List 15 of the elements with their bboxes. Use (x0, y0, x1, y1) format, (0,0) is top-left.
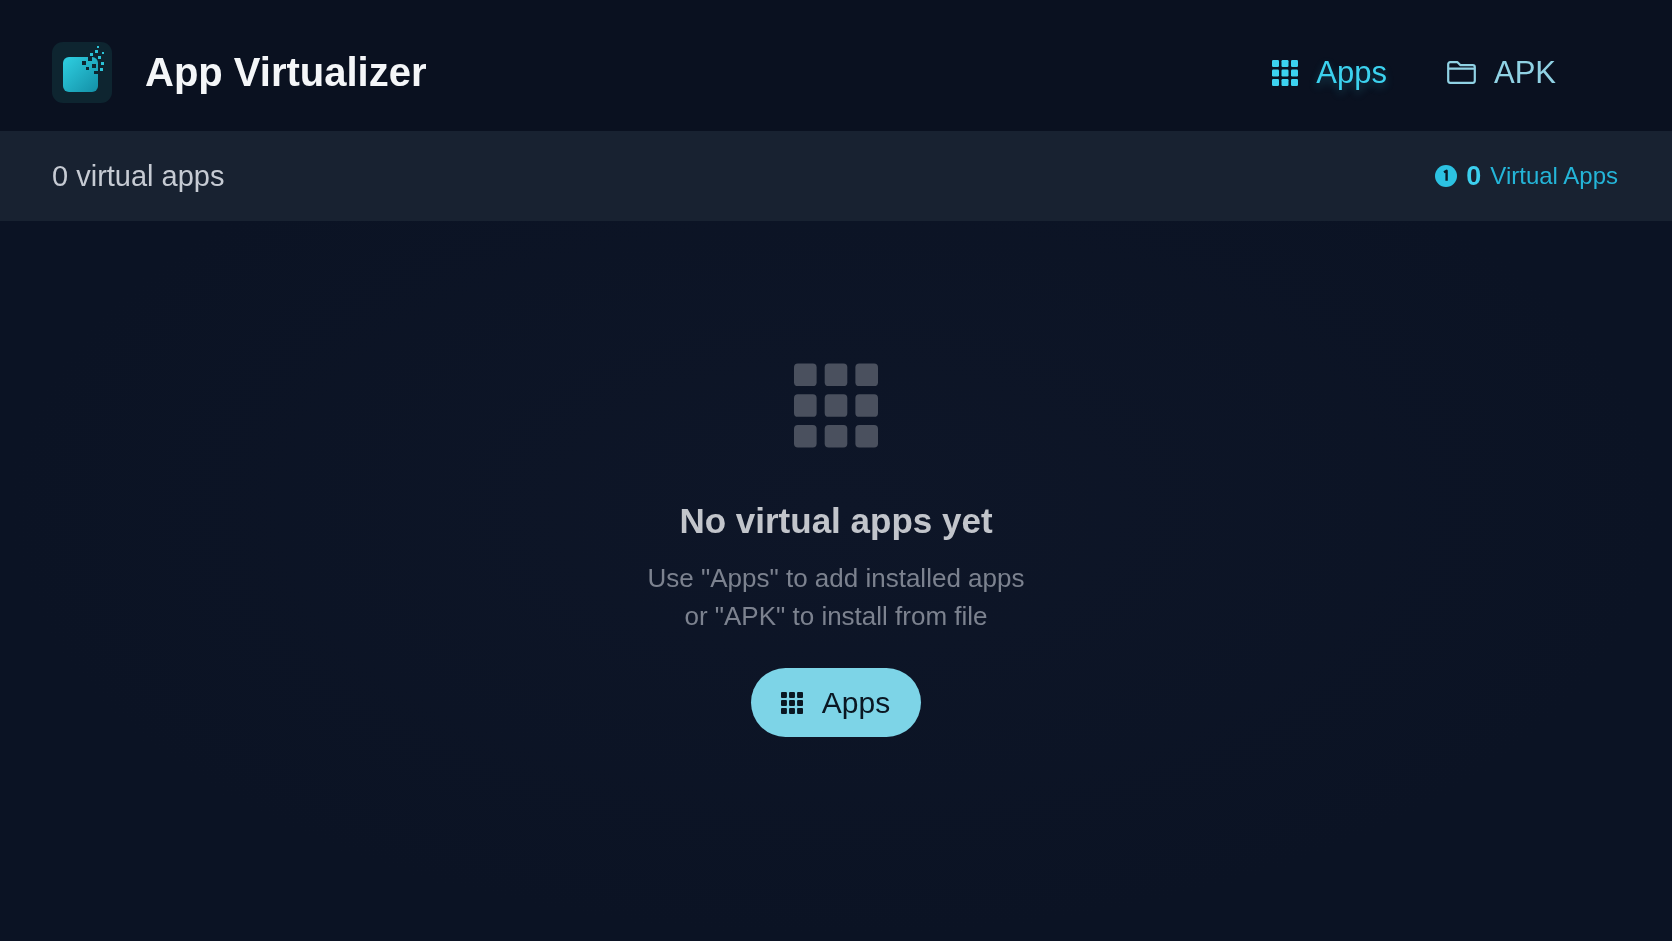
info-icon (1435, 165, 1458, 187)
grid-icon (1272, 59, 1299, 86)
nav-tab[interactable]: APK (1430, 46, 1572, 99)
app-title: App Virtualizer (145, 50, 427, 95)
nav-tab[interactable]: Apps (1256, 46, 1403, 99)
empty-state-description: Use "Apps" to add installed apps or "APK" to install from file (647, 562, 1025, 633)
virtual-apps-summary: 0 virtual apps (52, 159, 225, 193)
virtual-apps-count: 0 (1466, 160, 1482, 192)
grid-icon (780, 691, 803, 714)
virtual-apps-label: Virtual Apps (1490, 162, 1618, 190)
apps-button[interactable]: Apps (750, 668, 922, 737)
logo-icon (52, 42, 112, 103)
folder-icon (1446, 61, 1476, 84)
grid-icon (794, 363, 878, 448)
empty-state-title: No virtual apps yet (679, 500, 993, 542)
